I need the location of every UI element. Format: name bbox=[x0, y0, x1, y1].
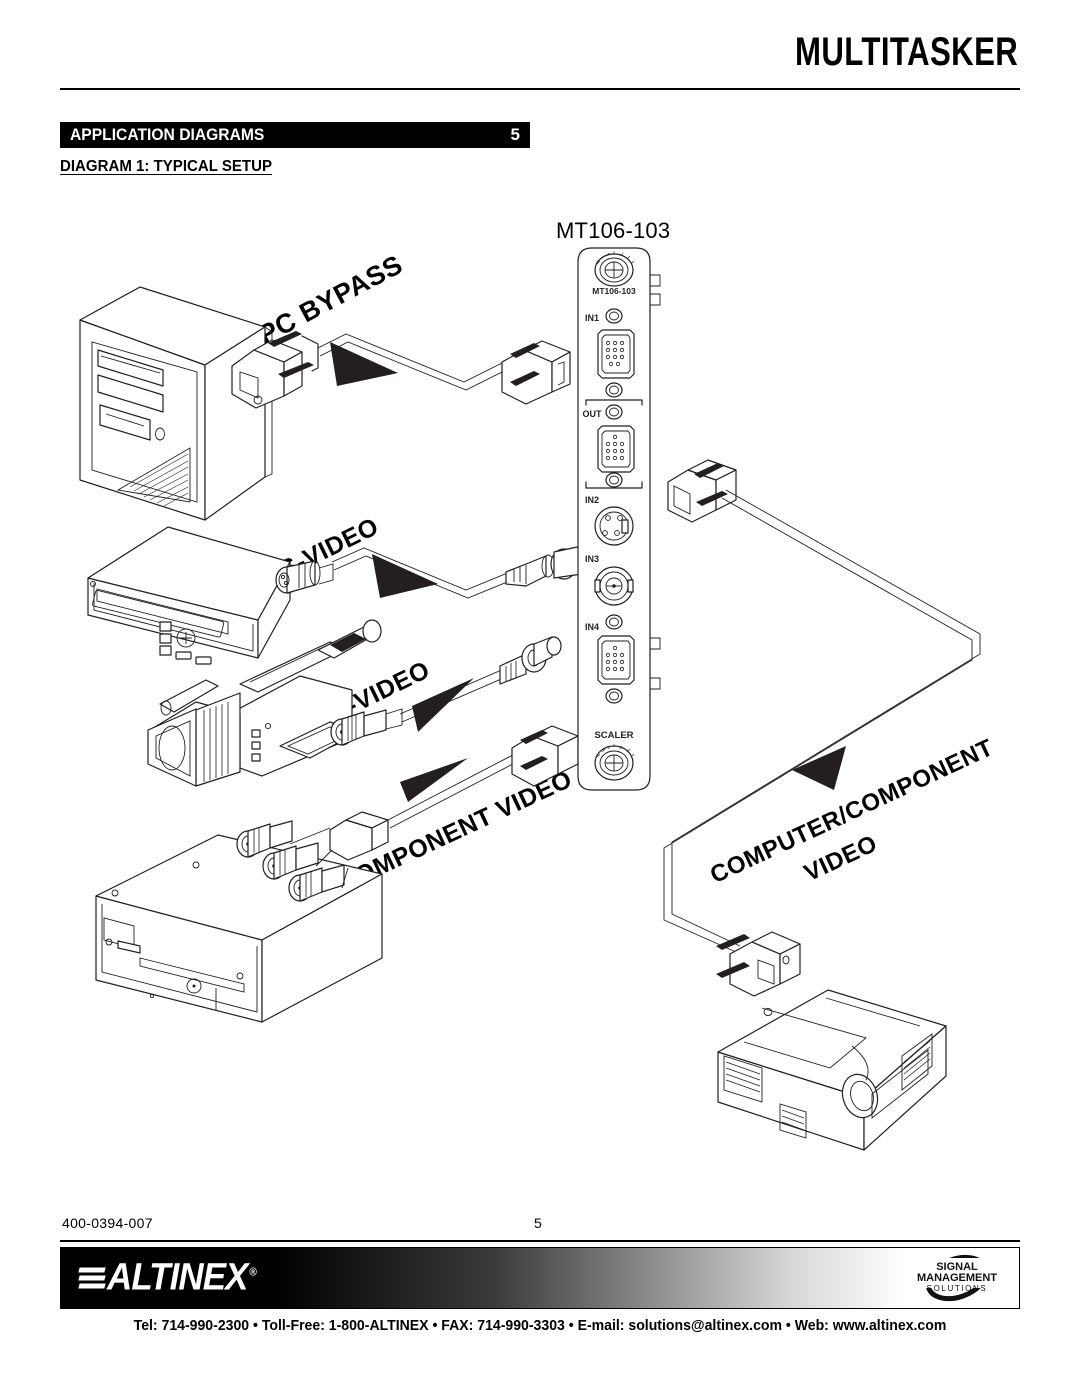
port-label-in1: IN1 bbox=[585, 313, 599, 323]
section-header-bar: APPLICATION DIAGRAMS 5 bbox=[60, 122, 530, 148]
diagram-subtitle: DIAGRAM 1: TYPICAL SETUP bbox=[60, 158, 272, 175]
port-in2-svideo bbox=[594, 506, 634, 546]
port-label-scaler: SCALER bbox=[594, 730, 633, 741]
document-page: MULTITASKER APPLICATION DIAGRAMS 5 DIAGR… bbox=[0, 0, 1080, 1397]
footer-divider bbox=[60, 1240, 1020, 1242]
page-number: 5 bbox=[534, 1215, 542, 1231]
mt106-103-module-panel: MT106-103 IN1 OUT IN2 IN3 IN4 SCALER bbox=[577, 247, 661, 791]
altinex-logo: ALTINEX ® bbox=[78, 1256, 269, 1300]
panel-silkscreen-model: MT106-103 bbox=[592, 286, 636, 296]
signal-management-solutions-logo: SIGNAL MANAGEMENT SOLUTIONS bbox=[911, 1252, 1003, 1304]
contact-info: Tel: 714-990-2300 • Toll-Free: 1-800-ALT… bbox=[133, 1318, 947, 1334]
computer-component-video-cable bbox=[663, 459, 981, 997]
port-label-in2: IN2 bbox=[585, 495, 599, 505]
sms-line2: MANAGEMENT bbox=[917, 1272, 997, 1284]
document-number: 400-0394-007 bbox=[62, 1215, 153, 1231]
dvd-player-illustration bbox=[95, 834, 383, 1023]
registered-trademark-icon: ® bbox=[249, 1266, 256, 1279]
projector-illustration bbox=[717, 989, 947, 1151]
header-divider bbox=[60, 88, 1020, 90]
vcr-deck-illustration bbox=[87, 526, 291, 665]
section-title: APPLICATION DIAGRAMS bbox=[70, 125, 265, 144]
altinex-bars-icon bbox=[78, 1265, 106, 1292]
sms-line3: SOLUTIONS bbox=[927, 1284, 988, 1293]
altinex-wordmark: ALTINEX ® bbox=[107, 1256, 257, 1299]
desktop-computer-illustration bbox=[79, 286, 273, 521]
altinex-logo-bar: ALTINEX ® SIGNAL MANAGEMENT SOLUTIONS bbox=[60, 1247, 1020, 1309]
section-number: 5 bbox=[510, 125, 520, 144]
port-label-in4: IN4 bbox=[585, 622, 599, 632]
c-video-cable bbox=[330, 636, 562, 746]
page-title: MULTITASKER bbox=[794, 30, 1018, 74]
port-label-out: OUT bbox=[583, 409, 603, 419]
port-in3-bnc bbox=[594, 566, 634, 606]
port-label-in3: IN3 bbox=[585, 554, 599, 564]
pc-bypass-cable bbox=[231, 331, 571, 409]
s-video-cable bbox=[275, 545, 583, 599]
application-diagram: MT106-103 IN1 OUT IN2 IN3 IN4 SCALER bbox=[0, 190, 1080, 1200]
